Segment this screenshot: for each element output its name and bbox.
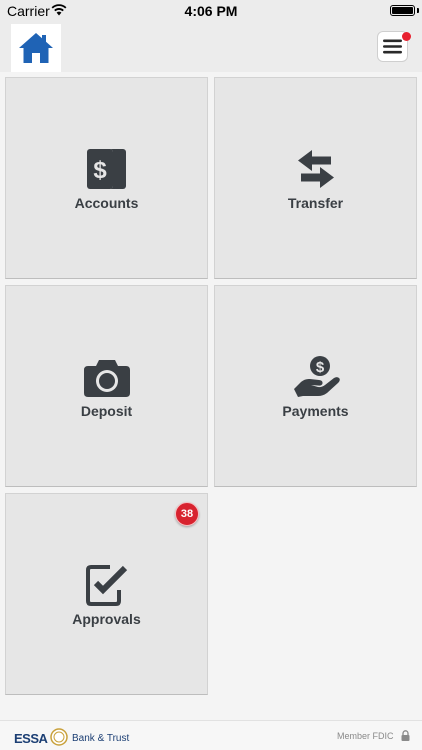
tile-approvals-label: Approvals (72, 611, 141, 627)
svg-text:$: $ (93, 157, 107, 184)
tile-transfer[interactable]: Transfer (214, 77, 417, 279)
transfer-arrows-icon (297, 150, 334, 188)
camera-icon (83, 360, 130, 397)
tile-payments-label: Payments (282, 403, 349, 419)
tile-approvals[interactable]: 38 Approvals (5, 493, 208, 695)
member-fdic-text: Member FDIC (337, 731, 394, 741)
approvals-count-badge: 38 (175, 502, 199, 526)
home-button[interactable] (11, 24, 61, 72)
hand-coin-icon: $ (293, 356, 340, 397)
footer: ESSA Bank & Trust Member FDIC (0, 720, 422, 750)
bank-logo-subtext: Bank & Trust (72, 733, 130, 744)
status-bar: Carrier 4:06 PM (0, 0, 422, 22)
battery-icon (390, 5, 415, 16)
lock-icon (401, 730, 410, 741)
bank-seal-icon (50, 728, 68, 746)
battery-tip (417, 8, 419, 13)
checkbox-icon (85, 565, 127, 606)
dollar-cards-icon: $ (85, 149, 126, 189)
hamburger-menu-icon (383, 39, 402, 54)
tile-payments[interactable]: $ Payments (214, 285, 417, 487)
home-icon (19, 33, 53, 63)
tile-accounts[interactable]: $ Accounts (5, 77, 208, 279)
app-header (0, 22, 422, 72)
tile-deposit[interactable]: Deposit (5, 285, 208, 487)
notification-dot (402, 32, 411, 41)
tile-transfer-label: Transfer (287, 195, 344, 211)
svg-text:$: $ (315, 359, 324, 376)
tile-accounts-label: Accounts (74, 195, 139, 211)
bank-logo-text: ESSA (14, 731, 48, 746)
tile-deposit-label: Deposit (80, 403, 133, 419)
clock: 4:06 PM (184, 3, 238, 19)
